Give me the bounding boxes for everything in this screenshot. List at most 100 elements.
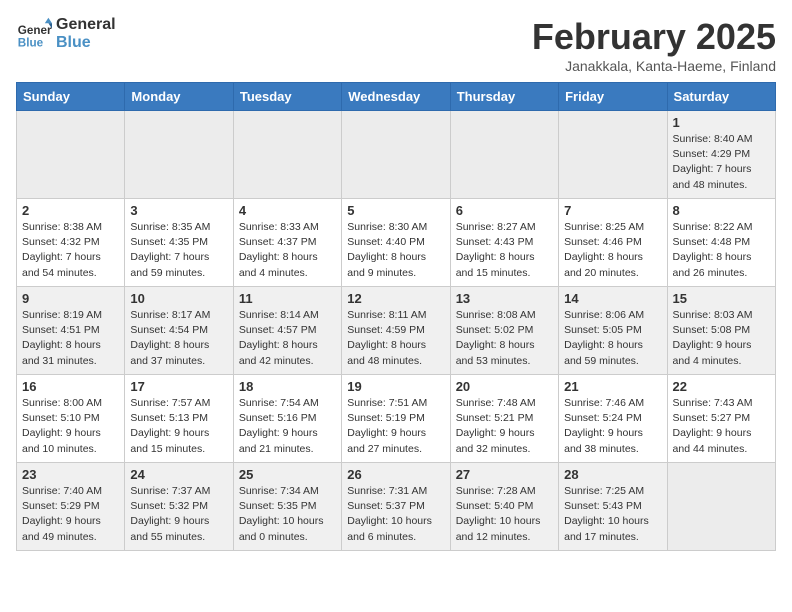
day-detail: Sunrise: 8:14 AM Sunset: 4:57 PM Dayligh… <box>239 308 336 369</box>
weekday-header-wednesday: Wednesday <box>342 83 450 111</box>
weekday-header-thursday: Thursday <box>450 83 558 111</box>
calendar-week-row: 23 Sunrise: 7:40 AM Sunset: 5:29 PM Dayli… <box>17 463 776 551</box>
calendar-day: 15 Sunrise: 8:03 AM Sunset: 5:08 PM Dayli… <box>667 287 775 375</box>
calendar-day: 16 Sunrise: 8:00 AM Sunset: 5:10 PM Dayli… <box>17 375 125 463</box>
day-number: 16 <box>22 379 119 394</box>
day-detail: Sunrise: 8:30 AM Sunset: 4:40 PM Dayligh… <box>347 220 444 281</box>
calendar-day: 25Sunrise: 7:34 AM Sunset: 5:35 PM Dayli… <box>233 463 341 551</box>
day-number: 18 <box>239 379 336 394</box>
calendar-day <box>559 111 667 199</box>
svg-text:Blue: Blue <box>18 37 44 50</box>
day-number: 14 <box>564 291 661 306</box>
calendar-week-row: 1 Sunrise: 8:40 AM Sunset: 4:29 PM Daylig… <box>17 111 776 199</box>
day-number: 25 <box>239 467 336 482</box>
calendar-day: 13 Sunrise: 8:08 AM Sunset: 5:02 PM Dayli… <box>450 287 558 375</box>
day-number: 6 <box>456 203 553 218</box>
day-number: 10 <box>130 291 227 306</box>
header: General Blue General Blue February 2025 … <box>16 16 776 74</box>
day-detail: Sunrise: 8:08 AM Sunset: 5:02 PM Dayligh… <box>456 308 553 369</box>
weekday-header-tuesday: Tuesday <box>233 83 341 111</box>
logo-icon: General Blue <box>16 16 52 52</box>
month-title: February 2025 <box>532 16 776 58</box>
day-number: 12 <box>347 291 444 306</box>
day-detail: Sunrise: 8:00 AM Sunset: 5:10 PM Dayligh… <box>22 396 119 457</box>
calendar-day: 23 Sunrise: 7:40 AM Sunset: 5:29 PM Dayli… <box>17 463 125 551</box>
day-detail: Sunrise: 7:25 AM Sunset: 5:43 PM Dayligh… <box>564 484 661 545</box>
day-number: 26 <box>347 467 444 482</box>
calendar-day <box>17 111 125 199</box>
calendar-day: 26 Sunrise: 7:31 AM Sunset: 5:37 PM Dayli… <box>342 463 450 551</box>
logo-line1: General <box>56 16 116 34</box>
calendar-day <box>667 463 775 551</box>
calendar-day: 9 Sunrise: 8:19 AM Sunset: 4:51 PM Daylig… <box>17 287 125 375</box>
calendar-day: 3Sunrise: 8:35 AM Sunset: 4:35 PM Daylig… <box>125 199 233 287</box>
day-detail: Sunrise: 8:27 AM Sunset: 4:43 PM Dayligh… <box>456 220 553 281</box>
calendar-day: 8Sunrise: 8:22 AM Sunset: 4:48 PM Daylig… <box>667 199 775 287</box>
day-number: 21 <box>564 379 661 394</box>
day-detail: Sunrise: 8:17 AM Sunset: 4:54 PM Dayligh… <box>130 308 227 369</box>
calendar-day: 1 Sunrise: 8:40 AM Sunset: 4:29 PM Daylig… <box>667 111 775 199</box>
day-detail: Sunrise: 7:51 AM Sunset: 5:19 PM Dayligh… <box>347 396 444 457</box>
calendar-day <box>450 111 558 199</box>
day-number: 9 <box>22 291 119 306</box>
calendar-day: 24 Sunrise: 7:37 AM Sunset: 5:32 PM Dayli… <box>125 463 233 551</box>
day-number: 1 <box>673 115 770 130</box>
day-detail: Sunrise: 8:03 AM Sunset: 5:08 PM Dayligh… <box>673 308 770 369</box>
weekday-header-sunday: Sunday <box>17 83 125 111</box>
calendar-day: 20 Sunrise: 7:48 AM Sunset: 5:21 PM Dayli… <box>450 375 558 463</box>
calendar-day: 18 Sunrise: 7:54 AM Sunset: 5:16 PM Dayli… <box>233 375 341 463</box>
calendar-day <box>233 111 341 199</box>
day-number: 22 <box>673 379 770 394</box>
day-detail: Sunrise: 7:54 AM Sunset: 5:16 PM Dayligh… <box>239 396 336 457</box>
weekday-header-friday: Friday <box>559 83 667 111</box>
calendar-table: SundayMondayTuesdayWednesdayThursdayFrid… <box>16 82 776 551</box>
calendar-day: 6 Sunrise: 8:27 AM Sunset: 4:43 PM Daylig… <box>450 199 558 287</box>
day-number: 13 <box>456 291 553 306</box>
day-detail: Sunrise: 7:57 AM Sunset: 5:13 PM Dayligh… <box>130 396 227 457</box>
day-detail: Sunrise: 8:40 AM Sunset: 4:29 PM Dayligh… <box>673 132 770 193</box>
weekday-header-row: SundayMondayTuesdayWednesdayThursdayFrid… <box>17 83 776 111</box>
day-number: 7 <box>564 203 661 218</box>
calendar-day: 10 Sunrise: 8:17 AM Sunset: 4:54 PM Dayli… <box>125 287 233 375</box>
calendar-day: 4 Sunrise: 8:33 AM Sunset: 4:37 PM Daylig… <box>233 199 341 287</box>
day-number: 20 <box>456 379 553 394</box>
calendar-day: 2Sunrise: 8:38 AM Sunset: 4:32 PM Daylig… <box>17 199 125 287</box>
day-number: 23 <box>22 467 119 482</box>
day-number: 3 <box>130 203 227 218</box>
day-detail: Sunrise: 8:33 AM Sunset: 4:37 PM Dayligh… <box>239 220 336 281</box>
day-number: 5 <box>347 203 444 218</box>
title-area: February 2025 Janakkala, Kanta-Haeme, Fi… <box>532 16 776 74</box>
calendar-day: 14 Sunrise: 8:06 AM Sunset: 5:05 PM Dayli… <box>559 287 667 375</box>
day-number: 19 <box>347 379 444 394</box>
day-number: 17 <box>130 379 227 394</box>
day-number: 28 <box>564 467 661 482</box>
calendar-day: 28 Sunrise: 7:25 AM Sunset: 5:43 PM Dayli… <box>559 463 667 551</box>
calendar-day: 12 Sunrise: 8:11 AM Sunset: 4:59 PM Dayli… <box>342 287 450 375</box>
day-number: 2 <box>22 203 119 218</box>
day-detail: Sunrise: 7:43 AM Sunset: 5:27 PM Dayligh… <box>673 396 770 457</box>
day-number: 24 <box>130 467 227 482</box>
weekday-header-saturday: Saturday <box>667 83 775 111</box>
day-detail: Sunrise: 7:31 AM Sunset: 5:37 PM Dayligh… <box>347 484 444 545</box>
weekday-header-monday: Monday <box>125 83 233 111</box>
day-number: 15 <box>673 291 770 306</box>
calendar-week-row: 2Sunrise: 8:38 AM Sunset: 4:32 PM Daylig… <box>17 199 776 287</box>
day-detail: Sunrise: 8:25 AM Sunset: 4:46 PM Dayligh… <box>564 220 661 281</box>
calendar-day: 22 Sunrise: 7:43 AM Sunset: 5:27 PM Dayli… <box>667 375 775 463</box>
logo: General Blue General Blue <box>16 16 116 52</box>
calendar-day <box>342 111 450 199</box>
day-detail: Sunrise: 7:48 AM Sunset: 5:21 PM Dayligh… <box>456 396 553 457</box>
day-detail: Sunrise: 8:06 AM Sunset: 5:05 PM Dayligh… <box>564 308 661 369</box>
day-detail: Sunrise: 8:11 AM Sunset: 4:59 PM Dayligh… <box>347 308 444 369</box>
calendar-day: 21Sunrise: 7:46 AM Sunset: 5:24 PM Dayli… <box>559 375 667 463</box>
calendar-week-row: 9 Sunrise: 8:19 AM Sunset: 4:51 PM Daylig… <box>17 287 776 375</box>
day-number: 8 <box>673 203 770 218</box>
day-detail: Sunrise: 7:40 AM Sunset: 5:29 PM Dayligh… <box>22 484 119 545</box>
day-detail: Sunrise: 8:19 AM Sunset: 4:51 PM Dayligh… <box>22 308 119 369</box>
calendar-day: 27Sunrise: 7:28 AM Sunset: 5:40 PM Dayli… <box>450 463 558 551</box>
day-number: 4 <box>239 203 336 218</box>
day-detail: Sunrise: 7:28 AM Sunset: 5:40 PM Dayligh… <box>456 484 553 545</box>
calendar-day <box>125 111 233 199</box>
calendar-day: 7 Sunrise: 8:25 AM Sunset: 4:46 PM Daylig… <box>559 199 667 287</box>
day-detail: Sunrise: 7:37 AM Sunset: 5:32 PM Dayligh… <box>130 484 227 545</box>
